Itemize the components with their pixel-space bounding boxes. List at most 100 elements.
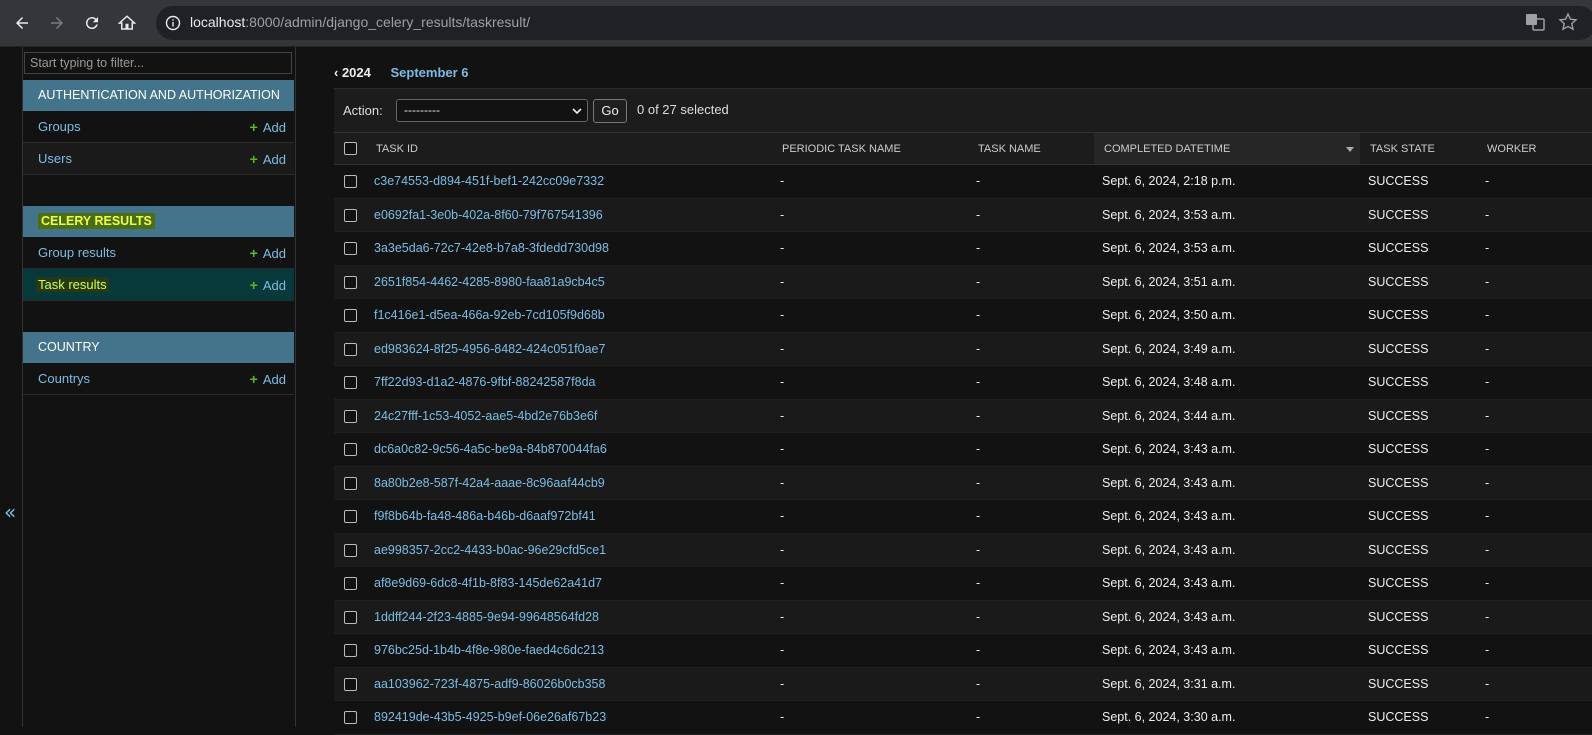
forward-arrow-icon[interactable] — [45, 11, 69, 35]
row-checkbox-cell[interactable] — [334, 600, 374, 634]
column-header-task-name[interactable]: TASK NAME — [976, 132, 1094, 165]
row-checkbox-cell[interactable] — [334, 700, 374, 735]
add-group-result-link[interactable]: + Add — [250, 245, 286, 261]
home-icon[interactable] — [115, 11, 139, 35]
task-id-link[interactable]: aa103962-723f-4875-adf9-86026b0cb358 — [374, 677, 605, 691]
task-id-link[interactable]: 976bc25d-1b4b-4f8e-980e-faed4c6dc213 — [374, 643, 604, 657]
row-checkbox-cell[interactable] — [334, 633, 374, 668]
back-arrow-icon[interactable] — [10, 11, 34, 35]
task-id-cell[interactable]: f1c416e1-d5ea-466a-92eb-7cd105f9d68b — [374, 298, 780, 333]
column-header-task-id[interactable]: TASK ID — [374, 132, 780, 165]
row-checkbox-cell[interactable] — [334, 298, 374, 333]
module-caption-celery-results[interactable]: CELERY RESULTS — [23, 206, 294, 237]
row-checkbox-cell[interactable] — [334, 566, 374, 601]
task-id-link[interactable]: ed983624-8f25-4956-8482-424c051f0ae7 — [374, 342, 605, 356]
task-id-cell[interactable]: 8a80b2e8-587f-42a4-aaae-8c96aaf44cb9 — [374, 466, 780, 500]
task-id-cell[interactable]: ae998357-2cc2-4433-b0ac-96e29cfd5ce1 — [374, 533, 780, 567]
row-checkbox[interactable] — [344, 275, 357, 289]
task-id-cell[interactable]: 892419de-43b5-4925-b9ef-06e26af67b23 — [374, 700, 780, 735]
sort-descending-icon[interactable] — [1346, 147, 1354, 152]
row-checkbox[interactable] — [344, 644, 357, 658]
bookmark-star-icon[interactable] — [1558, 12, 1578, 32]
column-header-periodic-task-name[interactable]: PERIODIC TASK NAME — [780, 132, 976, 165]
task-id-link[interactable]: e0692fa1-3e0b-402a-8f60-79f767541396 — [374, 208, 603, 222]
row-checkbox-cell[interactable] — [334, 667, 374, 701]
row-checkbox-cell[interactable] — [334, 332, 374, 366]
sidebar-item-users[interactable]: Users + Add — [23, 143, 294, 175]
row-checkbox-cell[interactable] — [334, 533, 374, 567]
sidebar-item-label[interactable]: Countrys — [38, 371, 90, 386]
task-id-link[interactable]: 8a80b2e8-587f-42a4-aaae-8c96aaf44cb9 — [374, 476, 605, 490]
add-group-link[interactable]: + Add — [250, 119, 286, 135]
task-id-cell[interactable]: 7ff22d93-d1a2-4876-9fbf-88242587f8da — [374, 365, 780, 400]
toggle-sidebar-button[interactable]: « — [4, 500, 16, 524]
task-id-link[interactable]: 1ddff244-2f23-4885-9e94-99648564fd28 — [374, 610, 599, 624]
row-checkbox[interactable] — [344, 409, 357, 423]
row-checkbox-cell[interactable] — [334, 265, 374, 299]
task-id-cell[interactable]: e0692fa1-3e0b-402a-8f60-79f767541396 — [374, 198, 780, 232]
task-id-cell[interactable]: 24c27fff-1c53-4052-aae5-4bd2e76b3e6f — [374, 399, 780, 433]
row-checkbox[interactable] — [344, 175, 357, 189]
task-id-link[interactable]: f1c416e1-d5ea-466a-92eb-7cd105f9d68b — [374, 308, 605, 322]
sidebar-filter-input[interactable]: Start typing to filter... — [24, 52, 292, 74]
task-id-cell[interactable]: 976bc25d-1b4b-4f8e-980e-faed4c6dc213 — [374, 633, 780, 668]
task-id-cell[interactable]: aa103962-723f-4875-adf9-86026b0cb358 — [374, 667, 780, 701]
row-checkbox[interactable] — [344, 309, 357, 323]
translate-icon[interactable] — [1525, 12, 1545, 32]
task-id-link[interactable]: dc6a0c82-9c56-4a5c-be9a-84b870044fa6 — [374, 442, 607, 456]
sidebar-item-countrys[interactable]: Countrys + Add — [23, 363, 294, 395]
sidebar-item-label[interactable]: Users — [38, 151, 72, 166]
row-checkbox[interactable] — [344, 376, 357, 390]
row-checkbox-cell[interactable] — [334, 432, 374, 467]
module-caption-auth[interactable]: AUTHENTICATION AND AUTHORIZATION — [23, 80, 294, 111]
add-user-link[interactable]: + Add — [250, 151, 286, 167]
task-id-cell[interactable]: 1ddff244-2f23-4885-9e94-99648564fd28 — [374, 600, 780, 634]
sidebar-item-label[interactable]: Groups — [38, 119, 81, 134]
row-checkbox[interactable] — [344, 510, 357, 524]
address-bar[interactable]: localhost:8000/admin/django_celery_resul… — [156, 6, 1592, 40]
row-checkbox[interactable] — [344, 208, 357, 222]
row-checkbox[interactable] — [344, 577, 357, 591]
row-checkbox[interactable] — [344, 443, 357, 457]
task-id-link[interactable]: 892419de-43b5-4925-b9ef-06e26af67b23 — [374, 710, 606, 724]
row-checkbox-cell[interactable] — [334, 399, 374, 433]
module-caption-country[interactable]: COUNTRY — [23, 332, 294, 363]
sidebar-item-label[interactable]: Group results — [38, 245, 116, 260]
row-checkbox[interactable] — [344, 342, 357, 356]
column-header-worker[interactable]: WORKER — [1477, 132, 1592, 165]
add-country-link[interactable]: + Add — [250, 371, 286, 387]
row-checkbox[interactable] — [344, 242, 357, 256]
task-id-link[interactable]: ae998357-2cc2-4433-b0ac-96e29cfd5ce1 — [374, 543, 606, 557]
add-task-result-link[interactable]: + Add — [250, 277, 286, 293]
row-checkbox-cell[interactable] — [334, 499, 374, 534]
sidebar-item-task-results[interactable]: Task results + Add — [23, 269, 294, 301]
task-id-link[interactable]: af8e9d69-6dc8-4f1b-8f83-145de62a41d7 — [374, 576, 602, 590]
task-id-link[interactable]: 2651f854-4462-4285-8980-faa81a9cb4c5 — [374, 275, 605, 289]
row-checkbox-cell[interactable] — [334, 198, 374, 232]
row-checkbox-cell[interactable] — [334, 466, 374, 500]
date-back-link[interactable]: ‹ 2024 — [334, 65, 371, 80]
task-id-link[interactable]: 7ff22d93-d1a2-4876-9fbf-88242587f8da — [374, 375, 596, 389]
row-checkbox-cell[interactable] — [334, 231, 374, 266]
column-header-completed-datetime[interactable]: COMPLETED DATETIME — [1094, 132, 1360, 165]
select-all-checkbox-cell[interactable] — [334, 132, 374, 165]
task-id-cell[interactable]: af8e9d69-6dc8-4f1b-8f83-145de62a41d7 — [374, 566, 780, 601]
row-checkbox[interactable] — [344, 543, 357, 557]
select-all-checkbox[interactable] — [344, 142, 357, 155]
go-button[interactable]: Go — [593, 99, 627, 123]
task-id-link[interactable]: 24c27fff-1c53-4052-aae5-4bd2e76b3e6f — [374, 409, 597, 423]
task-id-link[interactable]: f9f8b64b-fa48-486a-b46b-d6aaf972bf41 — [374, 509, 596, 523]
sidebar-item-label[interactable]: Task results — [36, 277, 109, 292]
action-select[interactable]: --------- — [396, 99, 588, 122]
task-id-cell[interactable]: f9f8b64b-fa48-486a-b46b-d6aaf972bf41 — [374, 499, 780, 534]
row-checkbox[interactable] — [344, 677, 357, 691]
sidebar-item-groups[interactable]: Groups + Add — [23, 111, 294, 143]
row-checkbox[interactable] — [344, 610, 357, 624]
row-checkbox-cell[interactable] — [334, 365, 374, 400]
row-checkbox-cell[interactable] — [334, 164, 374, 199]
task-id-link[interactable]: c3e74553-d894-451f-bef1-242cc09e7332 — [374, 174, 604, 188]
column-header-task-state[interactable]: TASK STATE — [1360, 132, 1477, 165]
task-id-cell[interactable]: c3e74553-d894-451f-bef1-242cc09e7332 — [374, 164, 780, 199]
task-id-cell[interactable]: 2651f854-4462-4285-8980-faa81a9cb4c5 — [374, 265, 780, 299]
date-current-link[interactable]: September 6 — [391, 65, 469, 80]
